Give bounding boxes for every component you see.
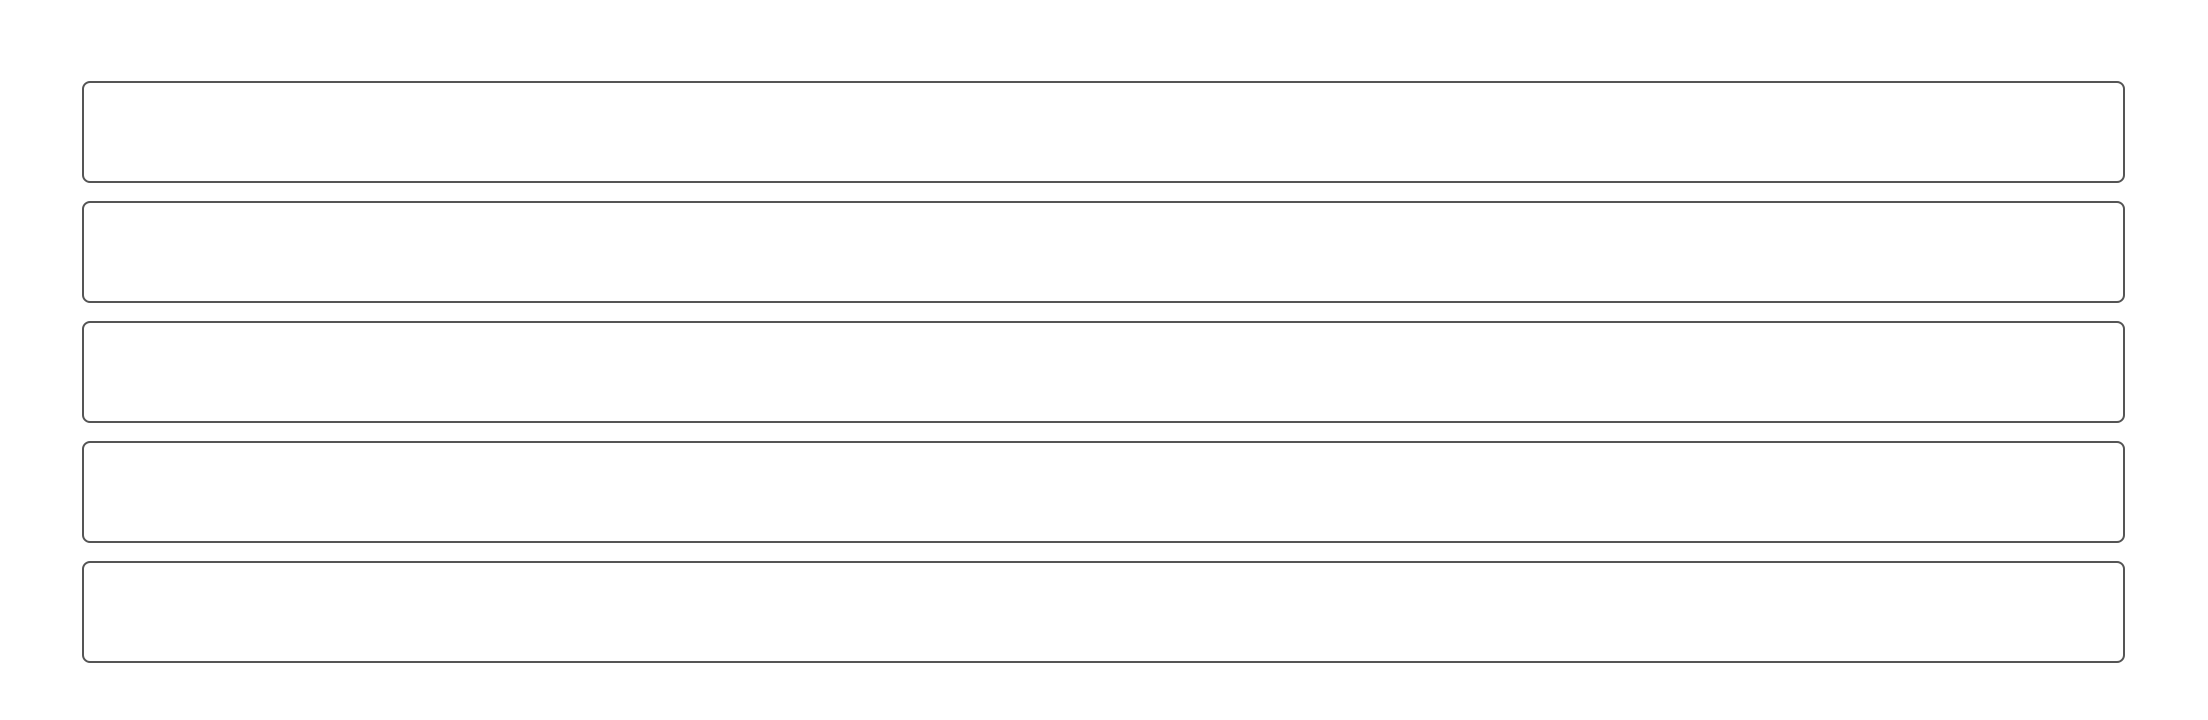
empty-field-4[interactable] (82, 441, 2125, 543)
empty-field-stack (82, 81, 2125, 663)
empty-field-1[interactable] (82, 81, 2125, 183)
blank-form-page (0, 0, 2208, 720)
empty-field-3[interactable] (82, 321, 2125, 423)
empty-field-5[interactable] (82, 561, 2125, 663)
empty-field-2[interactable] (82, 201, 2125, 303)
